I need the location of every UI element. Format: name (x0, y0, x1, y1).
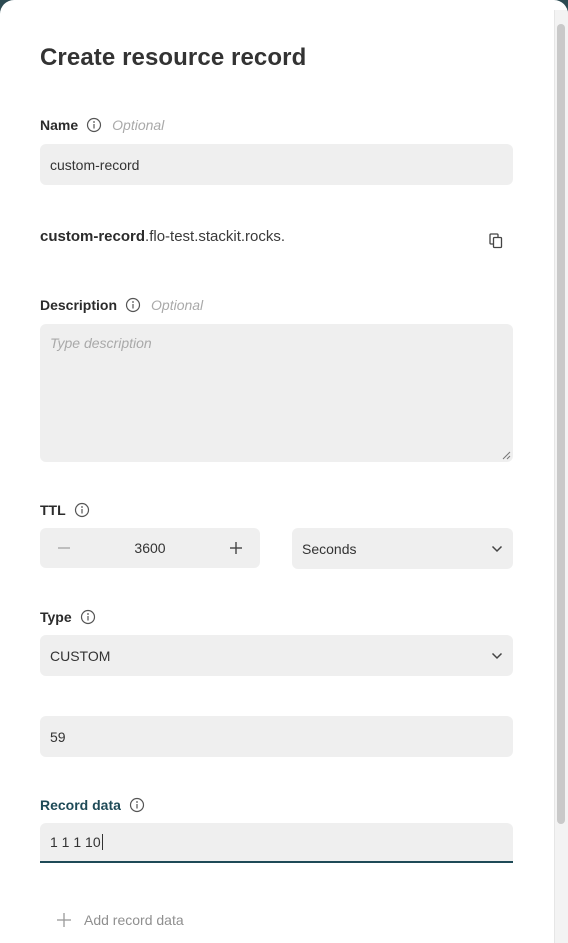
minus-icon (58, 547, 70, 549)
info-icon[interactable] (86, 117, 102, 133)
info-icon[interactable] (74, 502, 90, 518)
info-icon[interactable] (129, 797, 145, 813)
description-label: Description (40, 297, 118, 313)
ttl-unit-value: Seconds (302, 540, 357, 557)
increment-button[interactable] (212, 528, 260, 568)
ttl-label-row: TTL (40, 502, 90, 518)
add-record-data-label: Add record data (84, 912, 184, 928)
type-select[interactable]: CUSTOM (40, 635, 513, 676)
description-placeholder: Type description (50, 335, 152, 351)
create-record-dialog: Create resource record Name Optional cus… (0, 0, 568, 943)
ttl-value[interactable]: 3600 (88, 540, 212, 556)
record-data-label: Record data (40, 797, 121, 813)
add-record-data-button[interactable]: Add record data (56, 912, 184, 928)
description-label-row: Description Optional (40, 297, 203, 313)
chevron-down-icon (491, 652, 503, 659)
plus-icon (230, 542, 242, 554)
record-data-value: 1 1 1 10 (50, 834, 101, 850)
copy-icon[interactable] (488, 232, 504, 250)
name-label: Name (40, 117, 79, 133)
dialog-title: Create resource record (40, 44, 307, 71)
name-label-row: Name Optional (40, 117, 164, 133)
decrement-button[interactable] (40, 528, 88, 568)
scrollbar-thumb[interactable] (557, 24, 565, 824)
type-label: Type (40, 609, 72, 625)
info-icon[interactable] (125, 297, 141, 313)
text-caret (101, 834, 103, 850)
type-value: CUSTOM (50, 647, 111, 664)
record-data-input[interactable]: 1 1 1 10 (40, 823, 513, 863)
record-data-label-row: Record data (40, 797, 145, 813)
plus-icon (57, 913, 71, 927)
resize-handle-icon[interactable] (502, 451, 511, 460)
optional-hint: Optional (151, 297, 204, 313)
fqdn-record-part: custom-record (40, 228, 146, 245)
custom-type-number-input[interactable]: 59 (40, 716, 513, 757)
fqdn-zone-part: .flo-test.stackit.rocks. (145, 228, 286, 245)
name-input[interactable]: custom-record (40, 144, 513, 185)
ttl-stepper[interactable]: 3600 (40, 528, 260, 568)
info-icon[interactable] (80, 609, 96, 625)
fqdn-preview: custom-record.flo-test.stackit.rocks. (40, 228, 285, 245)
description-textarea[interactable]: Type description (40, 324, 513, 462)
ttl-unit-select[interactable]: Seconds (292, 528, 513, 569)
scrollbar[interactable] (554, 10, 568, 943)
chevron-down-icon (491, 545, 503, 552)
optional-hint: Optional (112, 117, 165, 133)
type-label-row: Type (40, 609, 96, 625)
ttl-label: TTL (40, 502, 66, 518)
